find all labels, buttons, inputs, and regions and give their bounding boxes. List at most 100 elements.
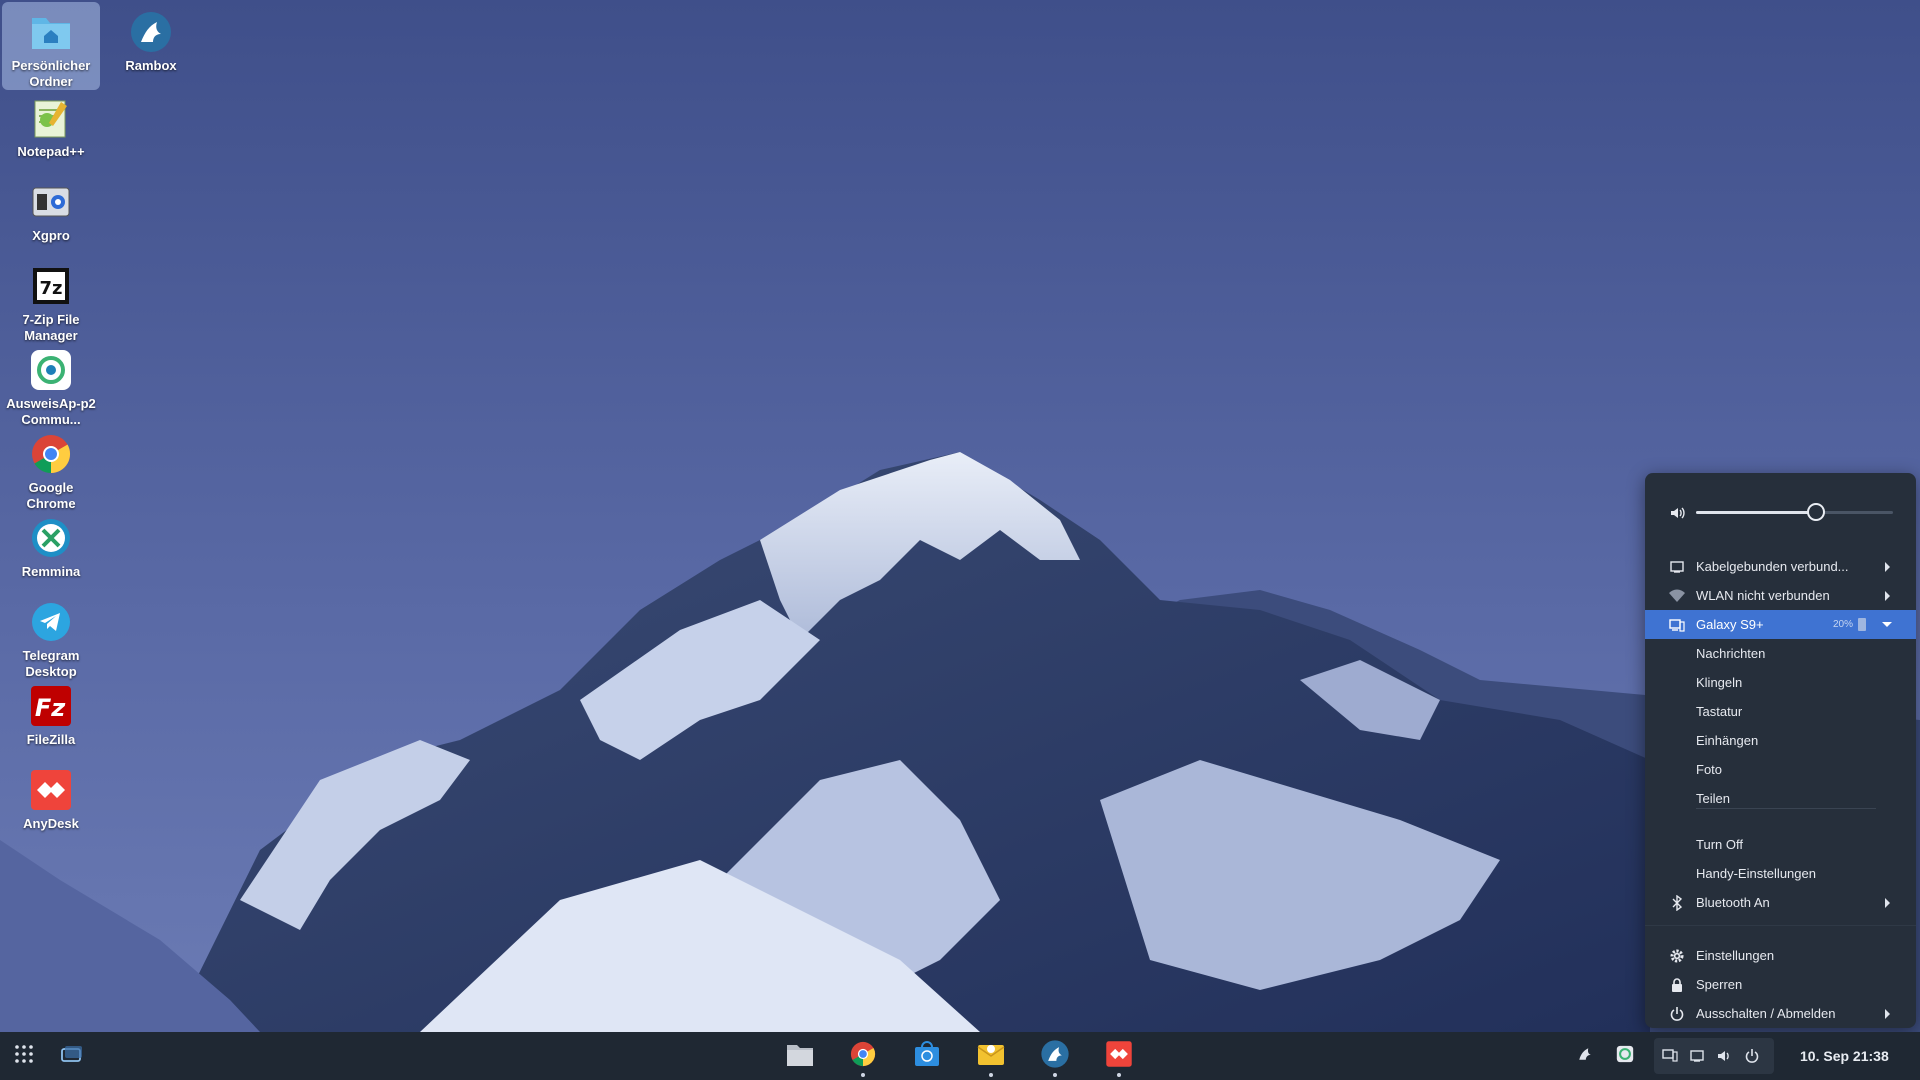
chevron-right-icon: [1885, 590, 1890, 601]
chrome-icon: [849, 1040, 877, 1073]
rambox-icon: [1576, 1045, 1594, 1068]
menu-item-device[interactable]: Galaxy S9+ 20%: [1645, 610, 1916, 639]
volume-row: [1645, 498, 1916, 527]
menu-item-label: Ausschalten / Abmelden: [1696, 1006, 1836, 1021]
clock[interactable]: 10. Sep 21:38: [1800, 1032, 1889, 1080]
desktop-icon-telegram[interactable]: Telegram Desktop: [2, 592, 100, 680]
workspaces-icon: [61, 1045, 83, 1068]
phone-device-icon: [1662, 1048, 1678, 1067]
wired-network-icon: [1669, 559, 1685, 575]
menu-separator: [1696, 808, 1876, 809]
submenu-item-einhaengen[interactable]: Einhängen: [1645, 726, 1916, 755]
desktop-icon-label: Xgpro: [32, 228, 70, 243]
desktop-icon-label: AnyDesk: [23, 816, 79, 831]
power-icon: [1744, 1048, 1760, 1069]
wired-network-icon: [1690, 1049, 1704, 1067]
taskbar-app-chrome[interactable]: [843, 1036, 883, 1077]
desktop-icon-area: Persönlicher Ordner Rambox Notepad++ Xgp…: [0, 0, 200, 1032]
taskbar-app-mail[interactable]: [971, 1036, 1011, 1077]
chrome-icon: [29, 432, 73, 476]
menu-item-turn-off[interactable]: Turn Off: [1645, 830, 1916, 859]
desktop-icon-xgpro[interactable]: Xgpro: [2, 172, 100, 244]
desktop-icon-label: Notepad++: [17, 144, 85, 159]
menu-item-label: Bluetooth An: [1696, 895, 1770, 910]
volume-slider[interactable]: [1696, 503, 1893, 521]
menu-item-bluetooth[interactable]: Bluetooth An: [1645, 888, 1916, 917]
taskbar-app-files[interactable]: [780, 1036, 820, 1076]
workspace-overview-button[interactable]: [54, 1038, 90, 1074]
ausweisapp-icon: [29, 348, 73, 392]
menu-item-label: Klingeln: [1696, 675, 1743, 690]
taskbar-app-store[interactable]: [907, 1036, 947, 1076]
menu-item-phone-settings[interactable]: Handy-Einstellungen: [1645, 859, 1916, 888]
running-indicator: [1117, 1073, 1121, 1077]
menu-item-label: Galaxy S9+: [1696, 617, 1764, 632]
taskbar-app-anydesk[interactable]: [1099, 1036, 1139, 1077]
gear-icon: [1669, 948, 1685, 964]
power-icon: [1669, 1006, 1685, 1022]
system-menu: Kabelgebunden verbund... WLAN nicht verb…: [1645, 473, 1916, 1028]
menu-item-wifi[interactable]: WLAN nicht verbunden: [1645, 581, 1916, 610]
menu-item-label: Foto: [1696, 762, 1723, 777]
desktop-icon-7zip[interactable]: 7z 7-Zip File Manager: [2, 256, 100, 344]
menu-item-label: Turn Off: [1696, 837, 1743, 852]
chevron-right-icon: [1885, 1008, 1890, 1019]
desktop-icon-rambox[interactable]: Rambox: [102, 2, 200, 74]
menu-item-power[interactable]: Ausschalten / Abmelden: [1645, 999, 1916, 1028]
xgpro-icon: [29, 180, 73, 224]
telegram-icon: [29, 600, 73, 644]
anydesk-icon: [29, 768, 73, 812]
chevron-right-icon: [1885, 561, 1890, 572]
menu-item-label: Sperren: [1696, 977, 1743, 992]
7zip-icon: 7z: [29, 264, 73, 308]
submenu-item-nachrichten[interactable]: Nachrichten: [1645, 639, 1916, 668]
svg-text:7z: 7z: [39, 278, 62, 299]
desktop-icon-anydesk[interactable]: AnyDesk: [2, 760, 100, 832]
files-icon: [786, 1041, 814, 1072]
tray-ausweisapp[interactable]: [1607, 1038, 1643, 1074]
menu-item-label: Nachrichten: [1696, 646, 1766, 661]
software-store-icon: [913, 1040, 941, 1073]
desktop-icon-chrome[interactable]: Google Chrome: [2, 424, 100, 512]
running-indicator: [989, 1073, 993, 1077]
submenu-item-klingeln[interactable]: Klingeln: [1645, 668, 1916, 697]
speaker-icon: [1716, 1048, 1732, 1069]
submenu-item-foto[interactable]: Foto: [1645, 755, 1916, 784]
menu-item-lock[interactable]: Sperren: [1645, 970, 1916, 999]
home-folder-icon: [29, 10, 73, 54]
desktop-icon-notepadpp[interactable]: Notepad++: [2, 88, 100, 160]
anydesk-icon: [1105, 1040, 1133, 1073]
volume-slider-knob[interactable]: [1807, 503, 1826, 521]
desktop-icon-home-folder[interactable]: Persönlicher Ordner: [2, 2, 100, 90]
menu-item-label: WLAN nicht verbunden: [1696, 588, 1830, 603]
app-grid-button[interactable]: [6, 1038, 42, 1074]
chevron-right-icon: [1885, 897, 1890, 908]
ausweisapp-icon: [1616, 1045, 1634, 1068]
menu-item-label: Kabelgebunden verbund...: [1696, 559, 1849, 574]
battery-percent: 20%: [1833, 619, 1854, 630]
bluetooth-icon: [1669, 894, 1685, 911]
menu-item-settings[interactable]: Einstellungen: [1645, 941, 1916, 970]
desktop-icon-remmina[interactable]: Remmina: [2, 508, 100, 580]
rambox-icon: [129, 10, 173, 54]
volume-slider-fill: [1696, 511, 1815, 514]
taskbar-app-rambox[interactable]: [1035, 1036, 1075, 1077]
svg-text:Fz: Fz: [35, 694, 66, 722]
desktop-icon-ausweisapp[interactable]: AusweisAp-p2 Commu...: [2, 340, 100, 428]
remmina-icon: [29, 516, 73, 560]
battery-icon: [1858, 618, 1866, 631]
menu-separator: [1645, 925, 1916, 926]
desktop-wallpaper: [0, 0, 1920, 1032]
system-status-area[interactable]: [1654, 1038, 1774, 1074]
desktop-icon-filezilla[interactable]: Fz FileZilla: [2, 676, 100, 748]
notepadpp-icon: [29, 96, 73, 140]
tray-rambox[interactable]: [1567, 1038, 1603, 1074]
submenu-item-tastatur[interactable]: Tastatur: [1645, 697, 1916, 726]
rambox-icon: [1040, 1039, 1070, 1074]
menu-item-label: Teilen: [1696, 791, 1730, 806]
menu-item-wired[interactable]: Kabelgebunden verbund...: [1645, 552, 1916, 581]
phone-device-icon: [1669, 617, 1685, 633]
desktop-icon-label: Rambox: [125, 58, 177, 73]
desktop-icon-label: Remmina: [21, 564, 81, 579]
chevron-down-icon[interactable]: [1882, 622, 1892, 627]
